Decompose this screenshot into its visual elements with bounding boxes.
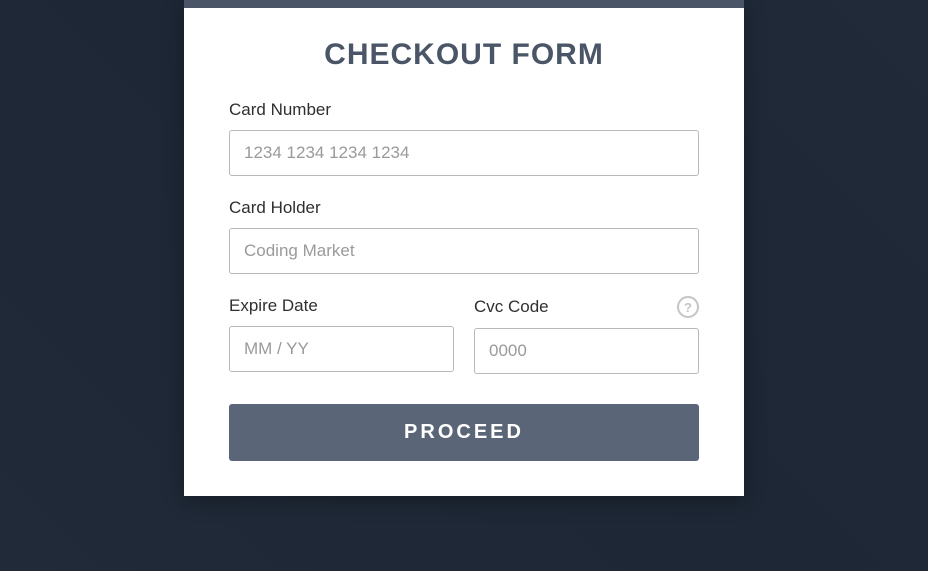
- cvc-code-input[interactable]: [474, 328, 699, 374]
- card-number-label: Card Number: [229, 100, 699, 120]
- expire-cvc-row: Expire Date Cvc Code ?: [229, 296, 699, 374]
- expire-date-group: Expire Date: [229, 296, 454, 374]
- cvc-code-group: Cvc Code ?: [474, 296, 699, 374]
- card-number-input[interactable]: [229, 130, 699, 176]
- proceed-button[interactable]: PROCEED: [229, 404, 699, 461]
- expire-date-input[interactable]: [229, 326, 454, 372]
- help-icon[interactable]: ?: [677, 296, 699, 318]
- card-number-group: Card Number: [229, 100, 699, 176]
- cvc-code-label: Cvc Code: [474, 297, 549, 317]
- card-holder-group: Card Holder: [229, 198, 699, 274]
- card-holder-label: Card Holder: [229, 198, 699, 218]
- expire-date-label: Expire Date: [229, 296, 454, 316]
- form-title: CHECKOUT FORM: [229, 38, 699, 72]
- checkout-card: CHECKOUT FORM Card Number Card Holder Ex…: [184, 0, 744, 496]
- card-holder-input[interactable]: [229, 228, 699, 274]
